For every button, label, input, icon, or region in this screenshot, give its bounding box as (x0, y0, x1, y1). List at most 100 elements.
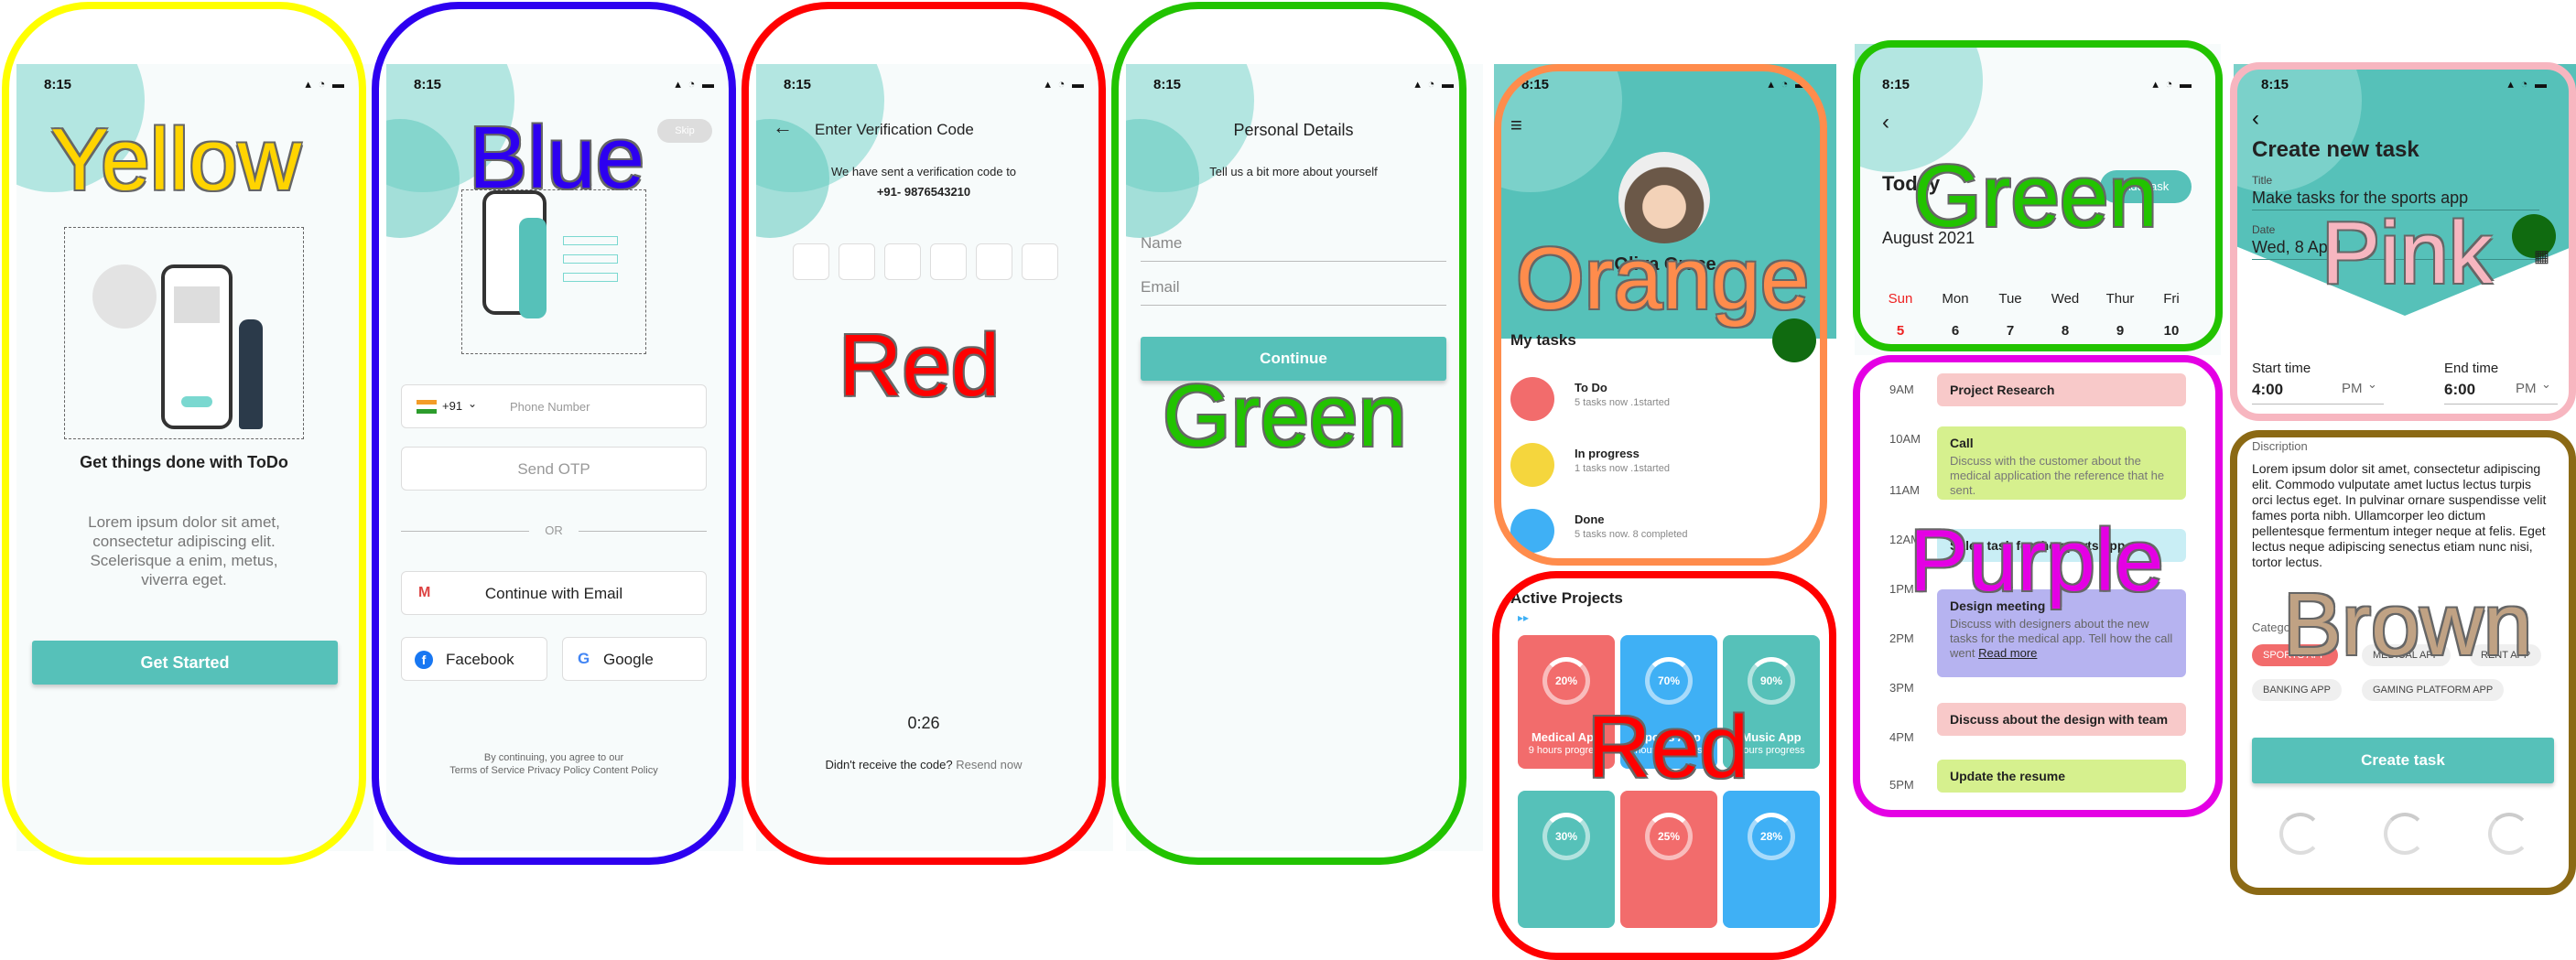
day-name: Tue (1998, 291, 2022, 307)
event-title: Project Research (1950, 383, 2055, 397)
divider-line (579, 531, 707, 532)
event-card[interactable]: Project Research (1937, 373, 2186, 406)
task-color-dot (1510, 443, 1554, 487)
status-time: 8:15 (2261, 77, 2289, 92)
back-chevron-icon[interactable]: ‹ (1882, 110, 1889, 135)
otp-box[interactable] (976, 243, 1012, 280)
dashboard-screen: 8:15 ▴ ◔ ▬ ≡ Oliva Grace My tasks To Do … (1494, 64, 1836, 960)
task-item[interactable]: Done 5 tasks now. 8 completed (1510, 503, 1813, 555)
description-input[interactable]: Lorem ipsum dolor sit amet, consectetur … (2252, 461, 2554, 570)
status-time: 8:15 (44, 77, 72, 92)
category-chip[interactable]: BANKING APP (2252, 679, 2342, 701)
resend-prompt: Didn't receive the code? (825, 758, 953, 771)
task-sub: 1 tasks now .1started (1575, 463, 1670, 474)
menu-icon[interactable]: ≡ (1510, 113, 1522, 137)
task-title: In progress (1575, 447, 1640, 460)
resend-link[interactable]: Resend now (956, 758, 1022, 771)
label-brown: Brown (2283, 576, 2533, 674)
continue-email-button[interactable]: M Continue with Email (401, 571, 707, 615)
otp-box[interactable] (1022, 243, 1058, 280)
event-title: Call (1950, 436, 1974, 450)
verify-subtitle: We have sent a verification code to (830, 165, 1017, 178)
active-projects-title: Active Projects (1510, 589, 1623, 607)
day-wed[interactable]: Wed 8 (2047, 291, 2084, 339)
start-time-value: 4:00 (2252, 381, 2284, 398)
skip-button[interactable]: Skip (657, 119, 712, 143)
send-otp-button[interactable]: Send OTP (401, 447, 707, 491)
progress-ring: 90% (1748, 657, 1795, 705)
calendar-icon[interactable]: ▦ (2534, 247, 2549, 266)
event-card[interactable]: Update the resume (1937, 760, 2186, 793)
phone-input[interactable]: +91 ⌄ Phone Number (401, 384, 707, 428)
task-title: Done (1575, 512, 1605, 526)
email-field[interactable]: Email (1141, 278, 1446, 306)
description-label: Discription (2252, 439, 2308, 453)
verify-title: Enter Verification Code (815, 121, 974, 138)
chevron-down-icon: ⌄ (2541, 377, 2551, 391)
event-title: Update the resume (1950, 769, 2066, 783)
category-chip[interactable]: GAMING PLATFORM APP (2362, 679, 2505, 701)
back-arrow-icon[interactable]: ← (773, 115, 793, 139)
terms-line-1: By continuing, you agree to our (483, 752, 624, 763)
facebook-label: Facebook (446, 651, 514, 668)
loading-spinner-icon (2384, 813, 2426, 855)
country-code-select[interactable]: +91 (442, 399, 462, 413)
status-time: 8:15 (1521, 77, 1550, 92)
event-card[interactable]: Discuss about the design with team (1937, 703, 2186, 736)
onboarding-heading: Get things done with ToDo (80, 453, 288, 471)
status-icons: ▴ ◔ ▬ (1044, 77, 1086, 91)
end-time-label: End time (2444, 361, 2499, 376)
label-yellow: Yellow (50, 111, 301, 209)
day-name: Fri (2163, 291, 2180, 307)
otp-box[interactable] (839, 243, 875, 280)
double-arrow-icon: ▸▸ (1518, 611, 1530, 624)
day-fri[interactable]: Fri 10 (2153, 291, 2190, 339)
end-ampm[interactable]: PM (2516, 381, 2537, 396)
label-green-1: Green (1163, 367, 1407, 465)
label-pink: Pink (2322, 204, 2493, 302)
otp-box[interactable] (884, 243, 921, 280)
time-label: 10AM (1889, 432, 1921, 446)
tree-illustration (92, 264, 157, 329)
project-card[interactable]: 28% (1723, 791, 1820, 928)
day-sun[interactable]: Sun 5 (1882, 291, 1919, 339)
status-bar: 8:15 ▴ ◔ ▬ (1494, 71, 1836, 99)
countdown-timer: 0:26 (907, 714, 940, 732)
details-subtitle: Tell us a bit more about yourself (1209, 165, 1378, 178)
start-time-input[interactable]: 4:00 PM ⌄ (2252, 377, 2384, 404)
event-card[interactable]: Call Discuss with the customer about the… (1937, 426, 2186, 500)
label-red-1: Red (839, 317, 1001, 415)
progress-ring: 30% (1542, 813, 1590, 860)
start-ampm[interactable]: PM (2342, 381, 2363, 396)
terms-links[interactable]: Terms of Service Privacy Policy Content … (386, 765, 721, 776)
create-task-button[interactable]: Create task (2252, 738, 2554, 783)
day-number: 8 (2061, 323, 2070, 339)
event-title: Discuss about the design with team (1950, 712, 2169, 727)
task-item[interactable]: In progress 1 tasks now .1started (1510, 437, 1813, 489)
otp-box[interactable] (930, 243, 967, 280)
day-thur[interactable]: Thur 9 (2100, 291, 2140, 339)
day-number: 9 (2116, 323, 2125, 339)
day-number: 5 (1896, 323, 1905, 339)
project-card[interactable]: 25% (1620, 791, 1717, 928)
project-card[interactable]: 30% (1518, 791, 1615, 928)
google-icon: G (578, 650, 590, 667)
label-purple: Purple (1910, 512, 2164, 609)
facebook-button[interactable]: f Facebook (401, 637, 547, 681)
end-time-input[interactable]: 6:00 PM ⌄ (2444, 377, 2558, 404)
facebook-icon: f (415, 651, 433, 669)
start-time-label: Start time (2252, 361, 2311, 376)
day-tue[interactable]: Tue 7 (1992, 291, 2029, 339)
day-mon[interactable]: Mon 6 (1937, 291, 1974, 339)
task-item[interactable]: To Do 5 tasks now .1started (1510, 372, 1813, 423)
get-started-button[interactable]: Get Started (32, 641, 338, 685)
progress-ring: 20% (1542, 657, 1590, 705)
otp-box[interactable] (793, 243, 829, 280)
name-field[interactable]: Name (1141, 234, 1446, 262)
back-chevron-icon[interactable]: ‹ (2252, 106, 2259, 132)
details-title: Personal Details (1233, 121, 1354, 139)
read-more-link[interactable]: Read more (1978, 646, 2037, 660)
task-sub: 5 tasks now. 8 completed (1575, 529, 1688, 540)
event-desc: Discuss with designers about the new tas… (1950, 617, 2173, 661)
google-button[interactable]: G Google (562, 637, 707, 681)
